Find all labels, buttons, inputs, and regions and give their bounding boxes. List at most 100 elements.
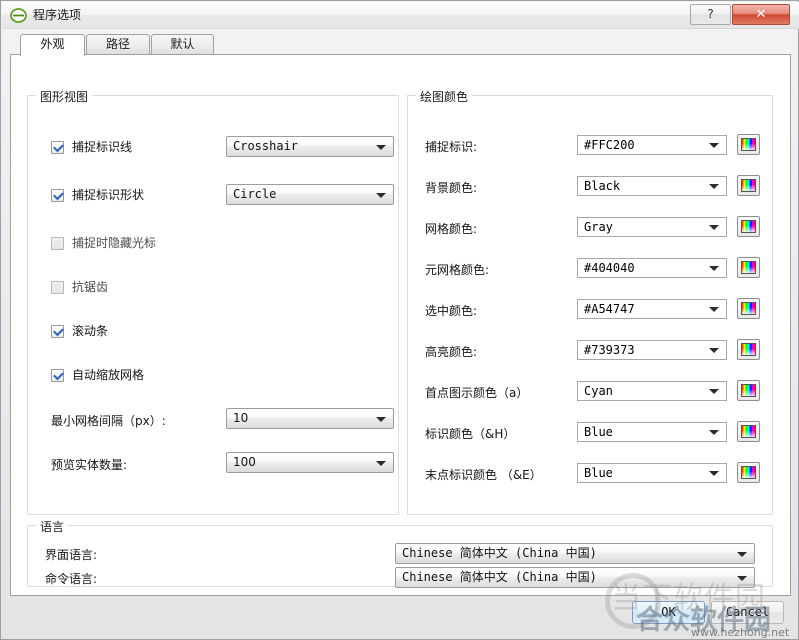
combo-snap-marker-shape-value: Circle [233,187,277,201]
group-draw-colors: 绘图颜色 捕捉标识: #FFC200 背景颜色: Black 网格颜色: Gra… [407,88,773,515]
color-wheel-icon [741,220,756,233]
cancel-button-label: Cancel [725,605,770,619]
color-picker-button-snap-marker[interactable] [737,134,760,155]
group-language-title: 语言 [36,518,69,535]
chevron-down-icon [376,192,386,198]
combo-background-color[interactable]: Black [577,176,727,196]
title-bar: 程序选项 ? ✕ [2,2,799,29]
group-graphics-view: 图形视图 捕捉标识线 Crosshair 捕捉标识形状 Circle 捕捉时隐藏… [27,88,399,515]
chevron-down-icon [709,348,719,353]
color-wheel-icon [741,302,756,315]
label-snap-marker-shape: 捕捉标识形状 [72,188,145,202]
label-start-point-color: 首点图示颜色（a） [425,386,529,400]
label-highlight-color: 高亮颜色: [425,345,478,359]
label-end-point-color: 末点标识颜色 （&E） [425,468,542,482]
label-snap-guide-lines: 捕捉标识线 [72,140,133,154]
checkbox-auto-scale-grid[interactable] [51,369,64,382]
combo-min-grid-spacing[interactable]: 10 [226,408,394,429]
combo-highlight-color[interactable]: #739373 [577,340,727,360]
color-picker-button-end-point[interactable] [737,462,760,483]
chevron-down-icon [709,266,719,271]
cancel-button[interactable]: Cancel [711,601,784,624]
combo-end-point-color[interactable]: Blue [577,463,727,483]
combo-snap-marker-color-value: #FFC200 [584,138,635,152]
label-selection-color: 选中颜色: [425,304,478,318]
group-language: 语言 界面语言: Chinese 简体中文 (China 中国) 命令语言: C… [27,518,773,588]
combo-selection-color[interactable]: #A54747 [577,299,727,319]
combo-command-language[interactable]: Chinese 简体中文 (China 中国) [395,567,755,588]
watermark-ring [605,573,661,629]
combo-highlight-color-value: #739373 [584,343,635,357]
chevron-down-icon [709,471,719,476]
checkbox-scrollbars[interactable] [51,325,64,338]
chevron-down-icon [709,307,719,312]
checkbox-snap-guide-lines[interactable] [51,141,64,154]
color-wheel-icon [741,425,756,438]
color-picker-button-grid[interactable] [737,216,760,237]
color-wheel-icon [741,343,756,356]
group-draw-colors-title: 绘图颜色 [416,88,473,105]
label-background-color: 背景颜色: [425,181,478,195]
color-picker-button-highlight[interactable] [737,339,760,360]
checkbox-snap-marker-shape[interactable] [51,189,64,202]
color-picker-button-background[interactable] [737,175,760,196]
tab-appearance-label: 外观 [40,37,65,51]
chevron-down-icon [709,143,719,148]
help-icon: ? [707,7,714,21]
tab-paths-label: 路径 [105,37,130,51]
chevron-down-icon [709,430,719,435]
window-title: 程序选项 [33,8,82,22]
combo-ui-language-value: Chinese 简体中文 (China 中国) [402,546,597,560]
combo-start-point-color-value: Cyan [584,384,613,398]
help-button[interactable]: ? [690,4,731,25]
label-ui-language: 界面语言: [45,548,98,562]
label-meta-grid-color: 元网格颜色: [425,263,490,277]
combo-grid-color[interactable]: Gray [577,217,727,237]
combo-snap-guide-line-style[interactable]: Crosshair [226,136,394,157]
ok-button-label: OK [661,605,676,619]
checkbox-antialias[interactable] [51,281,64,294]
chevron-down-icon [737,551,747,557]
combo-snap-marker-color[interactable]: #FFC200 [577,135,727,155]
color-picker-button-start-point[interactable] [737,380,760,401]
dialog-client-area: 外观 路径 默认 图形视图 捕捉标识线 Crosshair 捕捉标识形状 Cir… [10,34,791,596]
label-handle-color: 标识颜色（&H） [425,427,516,441]
tab-panel-appearance: 图形视图 捕捉标识线 Crosshair 捕捉标识形状 Circle 捕捉时隐藏… [10,54,791,596]
tab-paths[interactable]: 路径 [86,34,150,55]
color-picker-button-meta-grid[interactable] [737,257,760,278]
color-picker-button-selection[interactable] [737,298,760,319]
checkbox-hide-cursor-on-snap[interactable] [51,237,64,250]
color-wheel-icon [741,466,756,479]
combo-meta-grid-color[interactable]: #404040 [577,258,727,278]
color-wheel-icon [741,261,756,274]
label-antialias: 抗锯齿 [72,280,109,294]
color-wheel-icon [741,179,756,192]
close-button[interactable]: ✕ [732,4,790,25]
combo-command-language-value: Chinese 简体中文 (China 中国) [402,570,597,584]
combo-ui-language[interactable]: Chinese 简体中文 (China 中国) [395,543,755,564]
label-auto-scale-grid: 自动缩放网格 [72,368,145,382]
combo-min-grid-spacing-value: 10 [233,411,249,425]
chevron-down-icon [709,184,719,189]
label-hide-cursor-on-snap: 捕捉时隐藏光标 [72,236,157,250]
chevron-down-icon [376,460,386,466]
close-icon: ✕ [755,7,767,22]
label-grid-color: 网格颜色: [425,222,478,236]
label-preview-entity-count: 预览实体数量: [51,458,128,472]
label-min-grid-spacing: 最小网格间隔（px）: [51,414,166,428]
combo-grid-color-value: Gray [584,220,613,234]
combo-handle-color-value: Blue [584,425,613,439]
combo-start-point-color[interactable]: Cyan [577,381,727,401]
tab-defaults[interactable]: 默认 [151,34,214,55]
tab-appearance[interactable]: 外观 [20,34,85,56]
color-picker-button-handle[interactable] [737,421,760,442]
combo-handle-color[interactable]: Blue [577,422,727,442]
chevron-down-icon [709,389,719,394]
combo-preview-entity-count-value: 100 [233,455,256,469]
watermark-url: www.hezhong.net [691,626,790,639]
label-scrollbars: 滚动条 [72,324,109,338]
label-command-language: 命令语言: [45,572,98,586]
combo-background-color-value: Black [584,179,621,193]
combo-snap-marker-shape[interactable]: Circle [226,184,394,205]
combo-preview-entity-count[interactable]: 100 [226,452,394,473]
